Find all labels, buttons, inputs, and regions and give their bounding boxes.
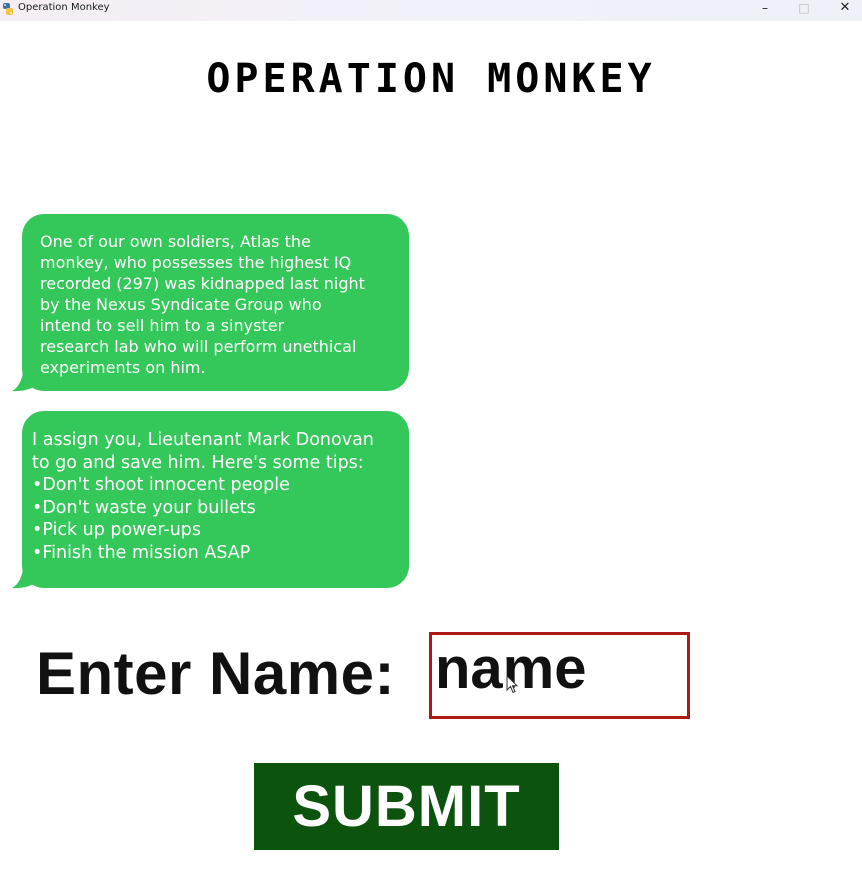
- window-title: Operation Monkey: [18, 2, 110, 13]
- message-line: •Don't waste your bullets: [32, 497, 256, 518]
- message-line: research lab who will perform unethical: [40, 337, 357, 356]
- close-button[interactable]: ✕: [825, 0, 862, 18]
- message-line: experiments on him.: [40, 358, 206, 377]
- message-line: recorded (297) was kidnapped last night: [40, 274, 365, 293]
- window-titlebar: Operation Monkey – □ ✕: [0, 0, 862, 21]
- message-line: intend to sell him to a sinyster: [40, 316, 285, 335]
- python-icon: [3, 3, 13, 15]
- message-line: •Don't shoot innocent people: [32, 475, 290, 495]
- message-line: I assign you, Lieutenant Mark Donovan: [32, 430, 374, 450]
- message-bubble-1: One of our own soldiers, Atlas the monke…: [22, 214, 409, 391]
- submit-button[interactable]: SUBMIT: [254, 763, 559, 850]
- message-line: •Finish the mission ASAP: [32, 542, 251, 563]
- message-line: by the Nexus Syndicate Group who: [40, 295, 322, 314]
- minimize-button[interactable]: –: [745, 0, 785, 18]
- message-line: One of our own soldiers, Atlas the: [40, 232, 311, 251]
- message-line: to go and save him. Here's some tips:: [32, 452, 364, 473]
- name-input[interactable]: [429, 632, 690, 719]
- message-bubble-2: I assign you, Lieutenant Mark Donovan to…: [22, 411, 409, 588]
- enter-name-label: Enter Name:: [36, 640, 395, 707]
- message-line: monkey, who possesses the highest IQ: [40, 253, 352, 272]
- message-line: •Pick up power-ups: [32, 520, 202, 540]
- game-title: OPERATION MONKEY: [206, 56, 656, 102]
- maximize-button[interactable]: □: [784, 0, 824, 18]
